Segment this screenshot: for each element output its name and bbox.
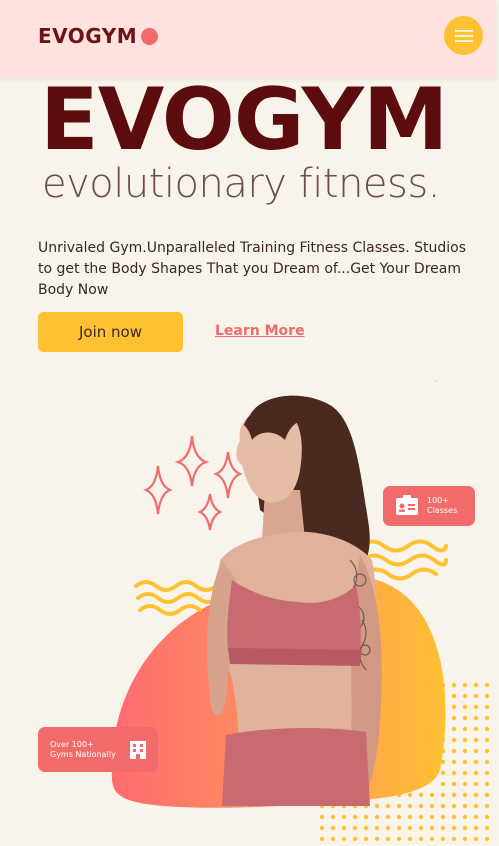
menu-button[interactable] bbox=[444, 16, 483, 55]
classes-label: Classes bbox=[427, 506, 458, 515]
gyms-count: Over 100+ bbox=[50, 739, 94, 749]
logo-text: EVOGYM bbox=[38, 24, 138, 48]
dot-pattern bbox=[440, 680, 490, 800]
logo-dot-icon bbox=[141, 27, 159, 45]
join-now-button[interactable]: Join now bbox=[38, 312, 183, 352]
classes-count: 100+ bbox=[427, 496, 449, 505]
learn-more-link[interactable]: Learn More bbox=[215, 323, 305, 339]
hero-description: Unrivaled Gym.Unparalleled Training Fitn… bbox=[38, 240, 466, 298]
hero-title: EVOGYM bbox=[40, 70, 448, 170]
gyms-badge: Over 100+ Gyms Nationally bbox=[38, 727, 158, 772]
hero-subtitle: evolutionary fitness. bbox=[42, 161, 440, 207]
id-card-icon bbox=[396, 495, 418, 515]
gyms-label: Gyms Nationally bbox=[50, 749, 116, 759]
hero-illustration bbox=[111, 380, 490, 846]
hamburger-icon bbox=[454, 29, 473, 42]
logo[interactable]: EVOGYM bbox=[38, 24, 159, 48]
athlete-figure bbox=[207, 395, 382, 806]
classes-badge: 100+ Classes bbox=[383, 486, 475, 526]
navbar: EVOGYM bbox=[0, 0, 496, 78]
sparkle-icons bbox=[143, 435, 243, 531]
building-icon bbox=[129, 740, 146, 759]
